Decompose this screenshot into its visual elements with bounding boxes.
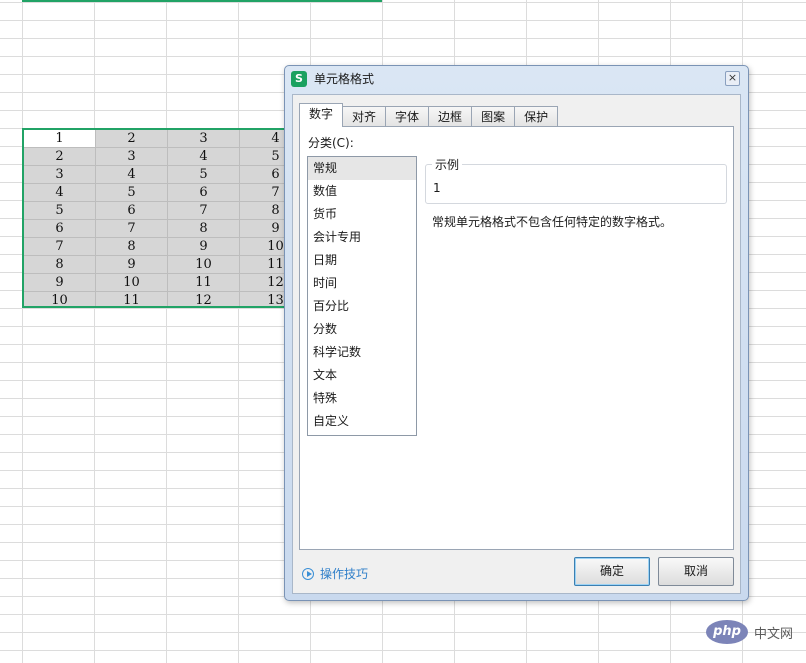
- category-item-time[interactable]: 时间: [308, 272, 416, 295]
- tab-border[interactable]: 边框: [428, 106, 472, 127]
- sample-label: 示例: [432, 156, 463, 173]
- cell[interactable]: 9: [168, 238, 240, 256]
- cell[interactable]: 7: [240, 184, 284, 202]
- table-row: 3 4 5 6: [24, 166, 284, 184]
- tab-pattern[interactable]: 图案: [471, 106, 515, 127]
- cell[interactable]: 4: [240, 130, 284, 148]
- cell[interactable]: 1: [24, 130, 96, 148]
- cell[interactable]: 12: [168, 292, 240, 306]
- cell[interactable]: 11: [96, 292, 168, 306]
- cell[interactable]: 13: [240, 292, 284, 306]
- cell[interactable]: 12: [240, 274, 284, 292]
- cell[interactable]: 5: [240, 148, 284, 166]
- table-row: 8 9 10 11: [24, 256, 284, 274]
- format-description: 常规单元格格式不包含任何特定的数字格式。: [432, 215, 673, 229]
- cell[interactable]: 9: [96, 256, 168, 274]
- table-row: 4 5 6 7: [24, 184, 284, 202]
- cell[interactable]: 8: [240, 202, 284, 220]
- wps-spreadsheet-icon: S: [291, 71, 307, 87]
- table-row: 1 2 3 4: [24, 130, 284, 148]
- cell[interactable]: 8: [96, 238, 168, 256]
- cell[interactable]: 3: [168, 130, 240, 148]
- cell[interactable]: 6: [168, 184, 240, 202]
- category-item-currency[interactable]: 货币: [308, 203, 416, 226]
- dialog-title: 单元格格式: [314, 72, 375, 86]
- category-item-scientific[interactable]: 科学记数: [308, 341, 416, 364]
- category-item-custom[interactable]: 自定义: [308, 410, 416, 433]
- table-row: 7 8 9 10: [24, 238, 284, 256]
- cell[interactable]: 6: [24, 220, 96, 238]
- sample-group: 示例 1: [425, 156, 727, 204]
- category-label: 分类(C):: [308, 136, 354, 150]
- category-item-fraction[interactable]: 分数: [308, 318, 416, 341]
- play-circle-icon: [302, 567, 314, 580]
- cell[interactable]: 9: [240, 220, 284, 238]
- cell[interactable]: 10: [240, 238, 284, 256]
- number-tab-panel: 分类(C): 常规 数值 货币 会计专用 日期 时间 百分比 分数 科学记数 文…: [299, 126, 734, 550]
- cell[interactable]: 11: [168, 274, 240, 292]
- category-item-date[interactable]: 日期: [308, 249, 416, 272]
- dialog-title-bar[interactable]: S 单元格格式 ×: [285, 66, 748, 92]
- cell[interactable]: 2: [96, 130, 168, 148]
- tab-strip: 数字 对齐 字体 边框 图案 保护: [299, 103, 559, 127]
- cell[interactable]: 7: [96, 220, 168, 238]
- cell[interactable]: 5: [168, 166, 240, 184]
- sample-value: 1: [433, 181, 441, 195]
- category-list[interactable]: 常规 数值 货币 会计专用 日期 时间 百分比 分数 科学记数 文本 特殊 自定…: [307, 156, 417, 436]
- cell[interactable]: 10: [168, 256, 240, 274]
- ok-button[interactable]: 确定: [574, 557, 650, 586]
- cancel-button[interactable]: 取消: [658, 557, 734, 586]
- cell[interactable]: 2: [24, 148, 96, 166]
- cell[interactable]: 8: [24, 256, 96, 274]
- category-item-percentage[interactable]: 百分比: [308, 295, 416, 318]
- table-row: 10 11 12 13: [24, 292, 284, 306]
- cell[interactable]: 5: [24, 202, 96, 220]
- cell[interactable]: 11: [240, 256, 284, 274]
- format-cells-dialog: S 单元格格式 × 数字 对齐 字体 边框 图案 保护 分类(C): 常规 数值…: [284, 65, 749, 601]
- cell[interactable]: 3: [96, 148, 168, 166]
- cell[interactable]: 10: [96, 274, 168, 292]
- cell[interactable]: 10: [24, 292, 96, 306]
- cell[interactable]: 3: [24, 166, 96, 184]
- sheet-top-accent-line: [22, 0, 382, 2]
- category-item-special[interactable]: 特殊: [308, 387, 416, 410]
- cell[interactable]: 6: [240, 166, 284, 184]
- table-row: 5 6 7 8: [24, 202, 284, 220]
- tab-number[interactable]: 数字: [299, 103, 344, 127]
- cell[interactable]: 9: [24, 274, 96, 292]
- dialog-body: 数字 对齐 字体 边框 图案 保护 分类(C): 常规 数值 货币 会计专用 日…: [292, 94, 741, 594]
- php-logo-icon: php: [706, 620, 748, 644]
- tips-label: 操作技巧: [320, 567, 369, 581]
- category-item-general[interactable]: 常规: [308, 157, 416, 180]
- tips-link[interactable]: 操作技巧: [302, 565, 368, 582]
- cell[interactable]: 5: [96, 184, 168, 202]
- cell[interactable]: 4: [96, 166, 168, 184]
- tab-alignment[interactable]: 对齐: [342, 106, 386, 127]
- category-item-number[interactable]: 数值: [308, 180, 416, 203]
- cell[interactable]: 4: [24, 184, 96, 202]
- cell[interactable]: 7: [24, 238, 96, 256]
- tab-font[interactable]: 字体: [385, 106, 429, 127]
- category-item-text[interactable]: 文本: [308, 364, 416, 387]
- watermark-text: 中文网: [754, 626, 794, 642]
- table-row: 2 3 4 5: [24, 148, 284, 166]
- table-row: 6 7 8 9: [24, 220, 284, 238]
- cell[interactable]: 8: [168, 220, 240, 238]
- watermark: php 中文网: [706, 620, 793, 644]
- category-item-accounting[interactable]: 会计专用: [308, 226, 416, 249]
- tab-protection[interactable]: 保护: [514, 106, 559, 127]
- table-row: 9 10 11 12: [24, 274, 284, 292]
- cell[interactable]: 6: [96, 202, 168, 220]
- close-button[interactable]: ×: [725, 71, 740, 86]
- cell[interactable]: 4: [168, 148, 240, 166]
- selected-data-range[interactable]: 1 2 3 4 2 3 4 5 3 4 5 6 4 5 6 7 5 6 7 8 …: [22, 128, 286, 308]
- cell[interactable]: 7: [168, 202, 240, 220]
